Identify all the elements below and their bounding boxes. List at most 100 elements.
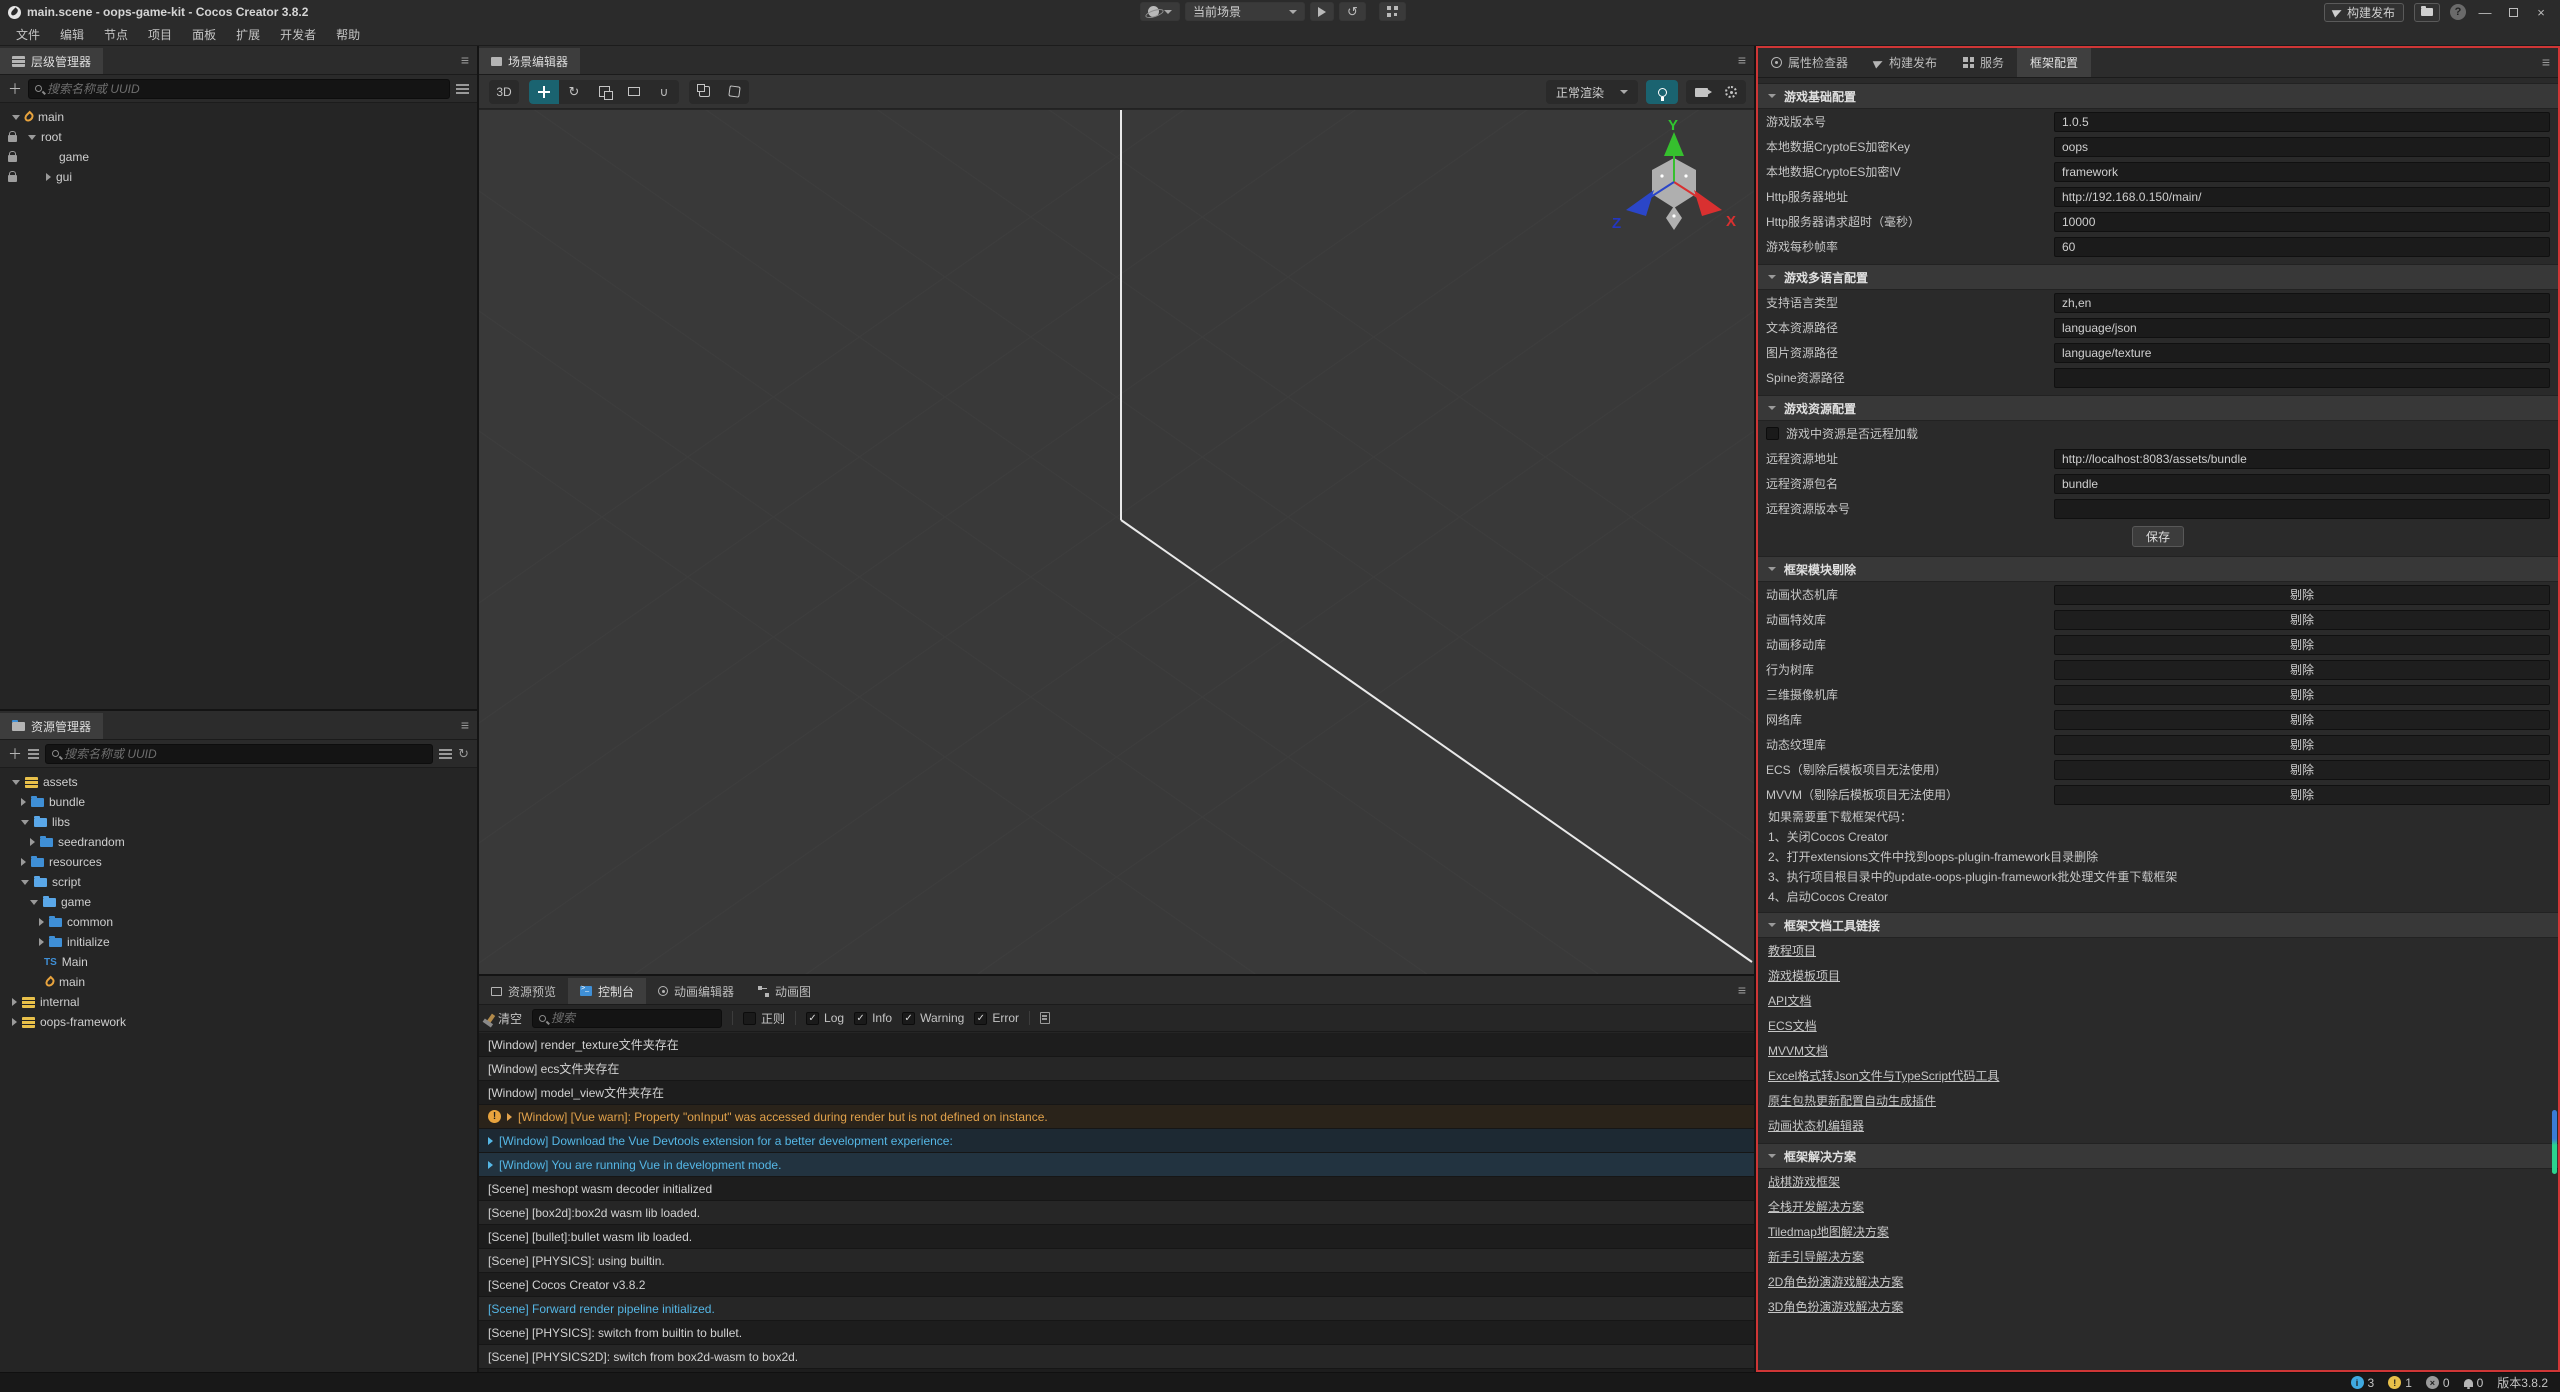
tree-node-root[interactable]: root xyxy=(0,127,477,147)
view-gizmo[interactable]: Y X Z xyxy=(1604,118,1744,243)
add-asset-button[interactable]: ＋ xyxy=(8,747,22,761)
tab-animation-graph[interactable]: 动画图 xyxy=(746,978,823,1004)
scene-select-dropdown[interactable]: 当前场景 xyxy=(1185,2,1305,21)
crypto-key-input[interactable] xyxy=(2054,137,2550,157)
log-file-button[interactable] xyxy=(1040,1012,1050,1024)
expand-icon[interactable] xyxy=(488,1137,493,1145)
tab-animation-editor[interactable]: 动画编辑器 xyxy=(646,978,746,1004)
log-row[interactable]: [Scene] [PHYSICS2D]: switch from box2d-w… xyxy=(479,1345,1754,1369)
link-ecs-docs[interactable]: ECS文档 xyxy=(1768,1017,1817,1034)
assets-search-box[interactable] xyxy=(45,744,433,764)
log-row[interactable]: [Scene] meshopt wasm decoder initialized xyxy=(479,1177,1754,1201)
assets-refresh-button[interactable]: ↻ xyxy=(458,746,469,762)
maximize-button[interactable] xyxy=(2504,5,2522,20)
transform-gizmo-button[interactable]: ∪ xyxy=(649,80,679,104)
remove-module-button[interactable]: 剔除 xyxy=(2054,660,2550,680)
assets-search-input[interactable] xyxy=(64,747,426,761)
link-template-project[interactable]: 游戏模板项目 xyxy=(1768,967,1840,984)
scene-settings-button[interactable] xyxy=(1716,80,1746,104)
asset-node-seedrandom[interactable]: seedrandom xyxy=(0,832,477,852)
rotate-tool-button[interactable]: ↻ xyxy=(559,80,589,104)
tab-framework-config[interactable]: 框架配置 xyxy=(2017,48,2091,77)
tab-hierarchy[interactable]: 层级管理器 xyxy=(0,48,103,74)
scale-tool-button[interactable] xyxy=(589,80,619,104)
chevron-right-icon[interactable] xyxy=(21,858,26,866)
tree-node-gui[interactable]: gui xyxy=(0,167,477,187)
remove-module-button[interactable]: 剔除 xyxy=(2054,610,2550,630)
remove-module-button[interactable]: 剔除 xyxy=(2054,735,2550,755)
hierarchy-search-input[interactable] xyxy=(47,82,443,96)
asset-node-internal[interactable]: internal xyxy=(0,992,477,1012)
chevron-down-icon[interactable] xyxy=(21,880,29,885)
console-search-box[interactable] xyxy=(532,1009,722,1028)
filter-log-checkbox[interactable]: Log xyxy=(806,1011,844,1025)
asset-node-script[interactable]: script xyxy=(0,872,477,892)
text-path-input[interactable] xyxy=(2054,318,2550,338)
asset-node-assets[interactable]: assets xyxy=(0,772,477,792)
chevron-right-icon[interactable] xyxy=(12,998,17,1006)
sort-assets-button[interactable] xyxy=(28,749,39,759)
play-button[interactable] xyxy=(1310,2,1334,21)
lock-icon[interactable] xyxy=(8,155,17,162)
gizmo-y-cone[interactable] xyxy=(1664,132,1684,156)
open-project-folder-button[interactable] xyxy=(2414,3,2440,22)
filter-error-checkbox[interactable]: Error xyxy=(974,1011,1019,1025)
link-tactics-framework[interactable]: 战棋游戏框架 xyxy=(1768,1173,1840,1190)
link-animator-editor[interactable]: 动画状态机编辑器 xyxy=(1768,1117,1864,1134)
game-version-input[interactable] xyxy=(2054,112,2550,132)
spine-path-input[interactable] xyxy=(2054,368,2550,388)
texture-path-input[interactable] xyxy=(2054,343,2550,363)
asset-node-main-scene[interactable]: main xyxy=(0,972,477,992)
save-button[interactable]: 保存 xyxy=(2132,526,2184,547)
link-tiledmap-solution[interactable]: Tiledmap地图解决方案 xyxy=(1768,1223,1889,1240)
status-info-counter[interactable]: i 3 xyxy=(2351,1376,2375,1390)
chevron-right-icon[interactable] xyxy=(39,938,44,946)
inspector-scrollbar[interactable] xyxy=(2551,48,2557,1370)
console-panel-menu-icon[interactable]: ≡ xyxy=(1738,982,1746,998)
asset-node-game[interactable]: game xyxy=(0,892,477,912)
link-fullstack-solution[interactable]: 全栈开发解决方案 xyxy=(1768,1198,1864,1215)
chevron-down-icon[interactable] xyxy=(30,900,38,905)
scene-camera-button[interactable] xyxy=(1686,80,1716,104)
chevron-down-icon[interactable] xyxy=(12,780,20,785)
reload-button[interactable]: ↺ xyxy=(1339,2,1366,21)
log-row[interactable]: [Scene] [PHYSICS]: switch from builtin t… xyxy=(479,1321,1754,1345)
help-button[interactable]: ? xyxy=(2450,4,2466,20)
section-i18n-config[interactable]: 游戏多语言配置 xyxy=(1758,264,2558,290)
build-publish-button[interactable]: 构建发布 xyxy=(2324,3,2404,22)
remove-module-button[interactable]: 剔除 xyxy=(2054,710,2550,730)
asset-node-Main[interactable]: TS Main xyxy=(0,952,477,972)
assets-collapse-button[interactable] xyxy=(439,749,452,759)
frame-rate-input[interactable] xyxy=(2054,237,2550,257)
log-row-info[interactable]: [Scene] Forward render pipeline initiali… xyxy=(479,1297,1754,1321)
remote-load-checkbox[interactable] xyxy=(1766,427,1779,440)
languages-input[interactable] xyxy=(2054,293,2550,313)
qr-preview-button[interactable] xyxy=(1379,2,1406,21)
asset-node-initialize[interactable]: initialize xyxy=(0,932,477,952)
hierarchy-panel-menu-icon[interactable]: ≡ xyxy=(461,52,469,68)
render-mode-dropdown[interactable]: 正常渲染 xyxy=(1546,80,1638,104)
expand-icon[interactable] xyxy=(507,1113,512,1121)
inspector-panel-menu-icon[interactable]: ≡ xyxy=(2542,54,2550,70)
remove-module-button[interactable]: 剔除 xyxy=(2054,635,2550,655)
gizmo-x-cone[interactable] xyxy=(1694,190,1722,216)
link-excel-tool[interactable]: Excel格式转Json文件与TypeScript代码工具 xyxy=(1768,1067,1999,1084)
link-guide-solution[interactable]: 新手引导解决方案 xyxy=(1768,1248,1864,1265)
console-search-input[interactable] xyxy=(551,1011,715,1025)
status-error-counter[interactable]: × 0 xyxy=(2426,1376,2450,1390)
filter-info-checkbox[interactable]: Info xyxy=(854,1011,892,1025)
section-docs-links[interactable]: 框架文档工具链接 xyxy=(1758,912,2558,938)
assets-panel-menu-icon[interactable]: ≡ xyxy=(461,717,469,733)
chevron-down-icon[interactable] xyxy=(12,115,20,120)
gizmo-z-cone[interactable] xyxy=(1626,190,1654,216)
crypto-iv-input[interactable] xyxy=(2054,162,2550,182)
link-hotupdate-plugin[interactable]: 原生包热更新配置自动生成插件 xyxy=(1768,1092,1936,1109)
hierarchy-search-box[interactable] xyxy=(28,79,450,99)
scene-panel-menu-icon[interactable]: ≡ xyxy=(1738,52,1746,68)
menu-panel[interactable]: 面板 xyxy=(182,26,226,43)
chevron-right-icon[interactable] xyxy=(12,1018,17,1026)
scene-viewport[interactable]: Y X Z xyxy=(479,110,1754,974)
link-api-docs[interactable]: API文档 xyxy=(1768,992,1811,1009)
log-row[interactable]: [Window] render_texture文件夹存在 xyxy=(479,1033,1754,1057)
expand-icon[interactable] xyxy=(488,1161,493,1169)
